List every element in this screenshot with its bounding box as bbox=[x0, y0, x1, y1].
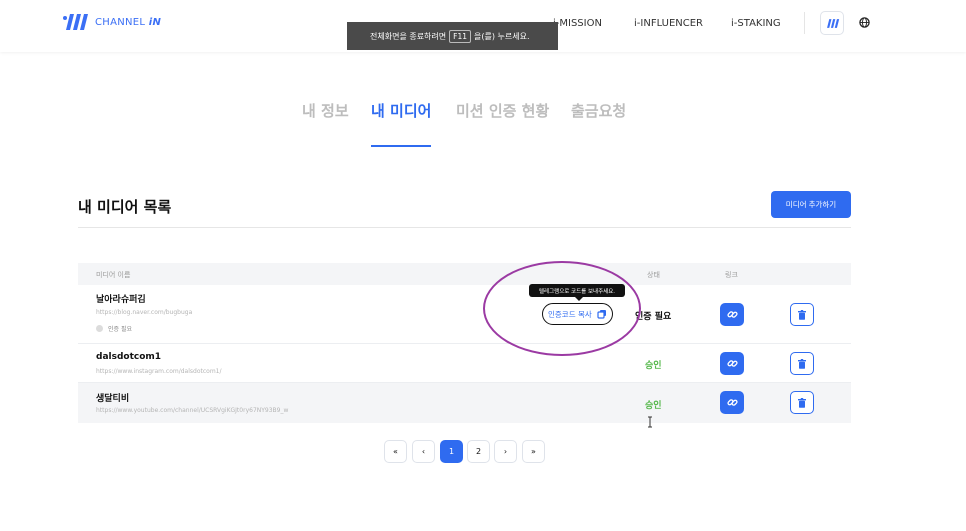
media-url[interactable]: https://www.youtube.com/channel/UCSRVgiK… bbox=[96, 407, 288, 414]
prev-page-button[interactable]: ‹ bbox=[412, 440, 435, 463]
tab-my-info[interactable]: 내 정보 bbox=[302, 100, 349, 121]
toast-key: F11 bbox=[449, 29, 472, 43]
media-name: 생달티비 bbox=[96, 394, 130, 404]
link-icon bbox=[726, 311, 738, 318]
status-badge: 승인 bbox=[645, 361, 662, 371]
toast-text-after: 을(를) 누르세요. bbox=[474, 31, 530, 41]
channel-in-logo-icon bbox=[827, 18, 840, 28]
media-name: 날아라슈퍼김 bbox=[96, 295, 146, 305]
column-header-name: 미디어 이름 bbox=[96, 271, 131, 279]
link-icon bbox=[726, 399, 738, 406]
page: CHANNEL iN i-MISSION i-INFLUENCER i-STAK… bbox=[0, 0, 966, 531]
trash-icon bbox=[798, 397, 806, 408]
link-button[interactable] bbox=[720, 352, 744, 375]
telegram-tooltip: 텔레그램으로 코드를 보내주세요. bbox=[529, 284, 625, 301]
mypage-tabs: 내 정보 내 미디어 미션 인증 현황 출금요청 bbox=[0, 100, 966, 130]
active-tab-underline bbox=[371, 145, 431, 147]
text-cursor-icon bbox=[648, 416, 652, 428]
nav-i-influencer[interactable]: i-INFLUENCER bbox=[634, 18, 703, 29]
status-badge: 승인 bbox=[645, 401, 662, 411]
add-media-button[interactable]: 미디어 추가하기 bbox=[771, 191, 851, 218]
table-row: 생달티비 https://www.youtube.com/channel/UCS… bbox=[78, 383, 851, 423]
delete-button[interactable] bbox=[790, 391, 814, 414]
media-url[interactable]: https://www.instagram.com/dalsdotcom1/ bbox=[96, 368, 222, 375]
column-header-status: 상태 bbox=[647, 271, 660, 279]
tab-withdrawal-request[interactable]: 출금요청 bbox=[571, 100, 626, 121]
first-page-button[interactable]: « bbox=[384, 440, 407, 463]
delete-button[interactable] bbox=[790, 352, 814, 375]
link-icon bbox=[726, 360, 738, 367]
channel-in-app-button[interactable] bbox=[820, 11, 844, 35]
table-row: 날아라슈퍼김 https://blog.naver.com/bugbuga 인증… bbox=[78, 284, 851, 344]
media-table-header: 미디어 이름 상태 링크 bbox=[78, 263, 851, 285]
link-button[interactable] bbox=[720, 391, 744, 414]
toast-text-before: 전체화면을 종료하려면 bbox=[370, 31, 447, 41]
section-title: 내 미디어 목록 bbox=[78, 198, 172, 216]
verify-label: 인증 필요 bbox=[108, 326, 132, 333]
verify-indicator: 인증 필요 bbox=[96, 324, 132, 333]
tab-my-media[interactable]: 내 미디어 bbox=[371, 100, 431, 121]
copy-verify-code-button[interactable]: 인증코드 복사 bbox=[542, 303, 613, 325]
trash-icon bbox=[798, 309, 806, 320]
fullscreen-exit-toast: 전체화면을 종료하려면 F11 을(를) 누르세요. bbox=[347, 22, 558, 50]
tab-mission-status[interactable]: 미션 인증 현황 bbox=[456, 100, 549, 121]
table-row: dalsdotcom1 https://www.instagram.com/da… bbox=[78, 344, 851, 383]
trash-icon bbox=[798, 358, 806, 369]
section-divider bbox=[78, 227, 851, 228]
copy-icon bbox=[597, 310, 606, 319]
copy-verify-code-label: 인증코드 복사 bbox=[548, 309, 592, 319]
nav-divider bbox=[804, 12, 805, 34]
pagination: « ‹ 1 2 › » bbox=[0, 440, 966, 463]
channel-in-logo[interactable]: CHANNEL iN bbox=[62, 12, 161, 32]
link-button[interactable] bbox=[720, 303, 744, 326]
delete-button[interactable] bbox=[790, 303, 814, 326]
page-button-1[interactable]: 1 bbox=[440, 440, 463, 463]
nav-i-mission[interactable]: i-MISSION bbox=[553, 18, 602, 29]
next-page-button[interactable]: › bbox=[494, 440, 517, 463]
status-dot-icon bbox=[96, 325, 103, 332]
media-url[interactable]: https://blog.naver.com/bugbuga bbox=[96, 309, 192, 316]
last-page-button[interactable]: » bbox=[522, 440, 545, 463]
globe-icon[interactable] bbox=[859, 17, 870, 28]
column-header-link: 링크 bbox=[725, 271, 738, 279]
nav-i-staking[interactable]: i-STAKING bbox=[731, 18, 781, 29]
channel-in-logo-icon bbox=[63, 14, 88, 30]
logo-text: CHANNEL iN bbox=[95, 16, 162, 28]
status-badge: 인증 필요 bbox=[635, 312, 672, 322]
page-button-2[interactable]: 2 bbox=[467, 440, 490, 463]
media-name: dalsdotcom1 bbox=[96, 352, 162, 362]
